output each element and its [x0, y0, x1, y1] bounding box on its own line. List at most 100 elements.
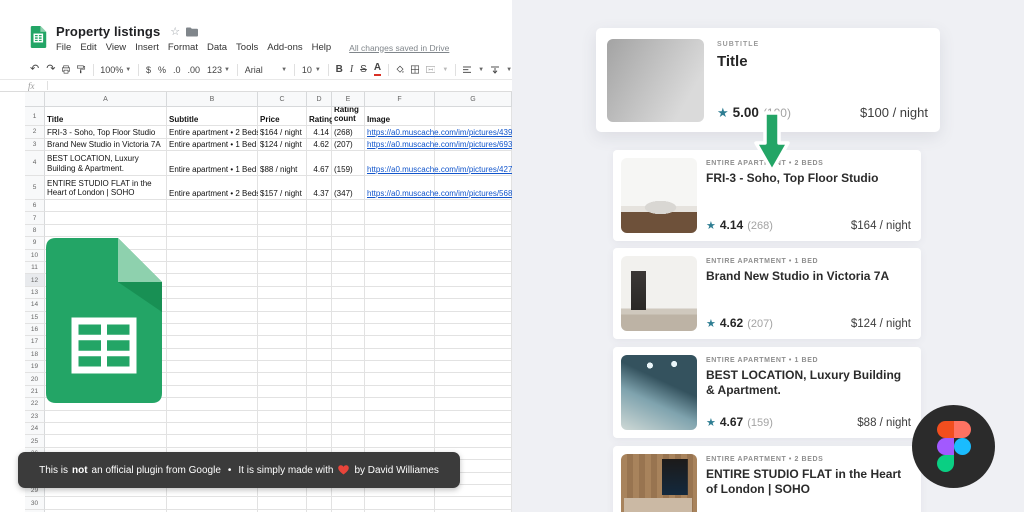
sheet-cell[interactable] [307, 373, 332, 386]
sheet-cell[interactable] [332, 348, 365, 362]
sheet-cell[interactable] [167, 435, 258, 448]
sheet-cell[interactable] [332, 497, 365, 510]
column-header-G[interactable]: G [435, 92, 512, 107]
sheet-cell[interactable] [258, 274, 307, 287]
sheets-file-icon[interactable] [30, 26, 47, 48]
row-header-20[interactable]: 20 [25, 373, 45, 386]
sheet-cell[interactable] [258, 497, 307, 510]
decrease-decimal-button[interactable]: .0 [173, 65, 181, 75]
font-select[interactable]: Arial ▼ [245, 65, 287, 75]
row-header-30[interactable]: 30 [25, 497, 45, 510]
sheet-cell[interactable] [435, 212, 512, 225]
sheet-cell[interactable]: 4.62 [307, 138, 332, 151]
sheet-cell[interactable]: Title [45, 107, 167, 126]
sheet-cell[interactable] [365, 336, 435, 349]
sheet-cell[interactable] [332, 311, 365, 324]
bold-button[interactable]: B [336, 64, 343, 75]
sheet-cell[interactable] [332, 224, 365, 238]
sheet-cell[interactable]: 4.14 [307, 126, 332, 139]
sheet-cell[interactable] [45, 410, 167, 424]
sheet-cell[interactable] [365, 323, 435, 337]
sheet-cell[interactable] [45, 497, 167, 510]
sheet-cell[interactable] [365, 200, 435, 213]
sheet-cell[interactable] [365, 299, 435, 312]
row-header-17[interactable]: 17 [25, 336, 45, 349]
sheet-cell[interactable]: 5 [25, 175, 45, 200]
menu-file[interactable]: File [56, 42, 71, 53]
sheet-cell[interactable] [435, 435, 512, 448]
row-header-8[interactable]: 8 [25, 224, 45, 238]
sheet-cell[interactable] [307, 212, 332, 225]
sheet-cell[interactable] [365, 410, 435, 424]
sheet-cell[interactable]: (347) [332, 175, 365, 200]
sheet-cell[interactable] [258, 435, 307, 448]
sheet-cell[interactable] [258, 224, 307, 238]
sheet-cell[interactable] [167, 311, 258, 324]
sheet-cell[interactable] [307, 323, 332, 337]
sheet-cell[interactable]: 4.67 [307, 151, 332, 176]
format-currency-button[interactable]: $ [146, 65, 151, 75]
sheet-cell[interactable] [435, 224, 512, 238]
sheet-cell[interactable] [307, 497, 332, 510]
column-header-A[interactable]: A [45, 92, 167, 107]
sheet-cell[interactable] [45, 435, 167, 448]
row-header-22[interactable]: 22 [25, 398, 45, 411]
sheet-cell[interactable] [307, 299, 332, 312]
sheet-cell[interactable] [258, 249, 307, 262]
sheet-cell[interactable] [365, 311, 435, 324]
sheet-cell-link[interactable]: https://a0.muscache.com/im/pictures/6934… [365, 138, 512, 151]
sheet-cell-link[interactable]: https://a0.muscache.com/im/pictures/4399… [365, 126, 512, 139]
sheet-cell[interactable]: $157 / night [258, 175, 307, 200]
sheet-cell[interactable] [258, 361, 307, 374]
sheet-cell[interactable] [365, 398, 435, 411]
sheet-cell[interactable] [435, 249, 512, 262]
menu-view[interactable]: View [106, 42, 126, 53]
row-header-23[interactable]: 23 [25, 410, 45, 424]
sheet-cell[interactable] [332, 336, 365, 349]
column-header-D[interactable]: D [307, 92, 332, 107]
horizontal-align-icon[interactable] [463, 65, 472, 75]
menu-edit[interactable]: Edit [80, 42, 96, 53]
sheet-cell[interactable] [365, 361, 435, 374]
sheet-cell[interactable]: Rating count [332, 107, 365, 126]
strikethrough-button[interactable]: S [360, 64, 367, 75]
sheet-cell[interactable] [365, 286, 435, 300]
sheet-cell[interactable] [332, 212, 365, 225]
column-header-E[interactable]: E [332, 92, 365, 107]
sheet-cell[interactable]: Subtitle [167, 107, 258, 126]
row-header-6[interactable]: 6 [25, 200, 45, 213]
sheet-cell[interactable] [307, 423, 332, 436]
sheet-cell[interactable] [258, 299, 307, 312]
sheet-cell[interactable] [365, 237, 435, 250]
sheet-cell[interactable] [435, 237, 512, 250]
sheet-cell[interactable] [365, 261, 435, 275]
sheet-cell[interactable] [307, 398, 332, 411]
sheet-cell[interactable] [167, 497, 258, 510]
row-header-16[interactable]: 16 [25, 323, 45, 337]
sheet-cell[interactable] [258, 423, 307, 436]
sheet-cell[interactable] [332, 261, 365, 275]
sheet-cell[interactable] [167, 237, 258, 250]
sheet-cell[interactable] [45, 224, 167, 238]
fill-color-icon[interactable] [396, 64, 404, 75]
sheet-cell[interactable] [167, 212, 258, 225]
menu-add-ons[interactable]: Add-ons [267, 42, 302, 53]
sheet-cell[interactable] [332, 323, 365, 337]
sheet-cell[interactable] [332, 385, 365, 399]
sheet-cell[interactable] [435, 497, 512, 510]
sheet-cell[interactable] [435, 385, 512, 399]
sheet-cell[interactable] [307, 410, 332, 424]
menu-help[interactable]: Help [312, 42, 332, 53]
sheet-cell[interactable] [258, 200, 307, 213]
sheet-cell[interactable] [167, 385, 258, 399]
listing-card[interactable]: ENTIRE APARTMENT • 2 BEDS ENTIRE STUDIO … [613, 446, 921, 512]
folder-icon[interactable] [186, 27, 199, 37]
sheet-cell[interactable] [332, 423, 365, 436]
sheet-cell[interactable] [332, 299, 365, 312]
italic-button[interactable]: I [350, 64, 353, 75]
sheet-cell[interactable]: Price [258, 107, 307, 126]
font-size-select[interactable]: 10 ▼ [302, 65, 321, 75]
sheet-cell[interactable] [435, 348, 512, 362]
menu-format[interactable]: Format [168, 42, 198, 53]
row-header-21[interactable]: 21 [25, 385, 45, 399]
